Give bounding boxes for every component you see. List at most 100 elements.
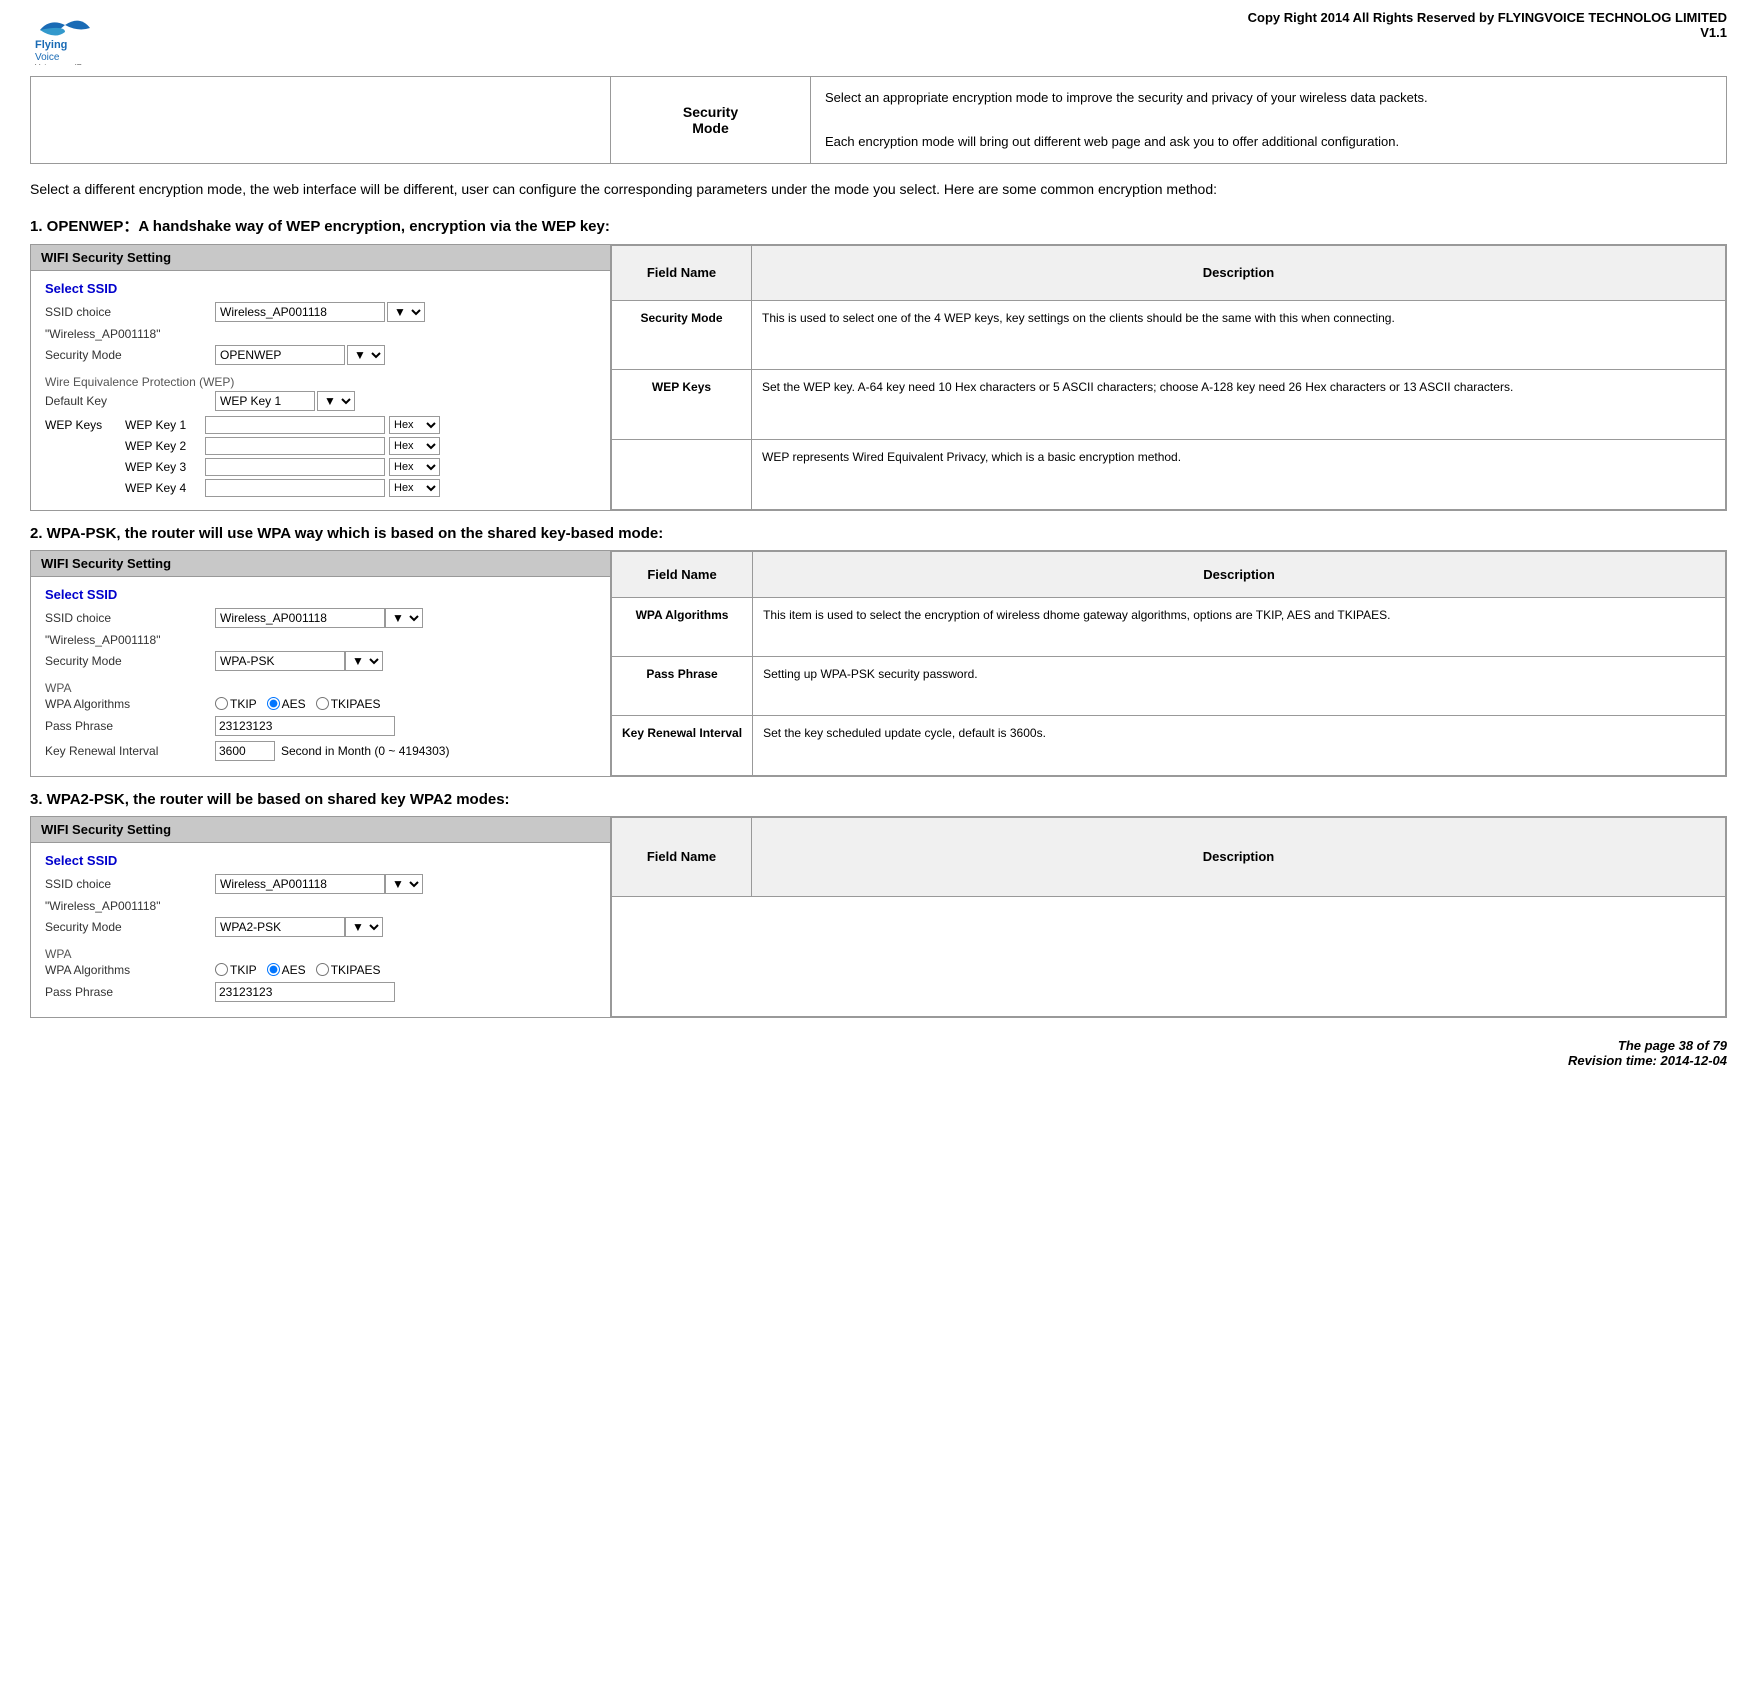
section2-ssid-select[interactable]: ▼ <box>385 608 423 628</box>
section3-ssid-quote: "Wireless_AP001118" <box>45 899 596 913</box>
security-mode-description: Select an appropriate encryption mode to… <box>811 77 1727 164</box>
section1-ssid-choice-label: SSID choice <box>45 305 215 319</box>
wep-key-2-input[interactable] <box>205 437 385 455</box>
section1-ssid-choice-row: SSID choice ▼ <box>45 302 596 322</box>
section3-desc-table: Field Name Description <box>611 817 1726 1017</box>
section2-wifi-panel: WIFI Security Setting Select SSID SSID c… <box>31 551 611 776</box>
section2-pass-phrase-label: Pass Phrase <box>45 719 215 733</box>
section1-panel-body: Select SSID SSID choice ▼ "Wireless_AP00… <box>31 271 610 510</box>
section2-tkip-radio[interactable] <box>215 697 228 710</box>
wep-key-2-format[interactable]: HexASCII <box>389 437 440 455</box>
section1-wep-keys-outer: WEP Keys WEP Key 1 HexASCII WEP Key 2 He… <box>45 416 596 500</box>
wep-key-4-format[interactable]: HexASCII <box>389 479 440 497</box>
section2-wpa-section: WPA WPA Algorithms TKIP AES TKIPAES <box>45 681 596 761</box>
section2-aes-radio[interactable] <box>267 697 280 710</box>
section2-pass-phrase-input[interactable] <box>215 716 395 736</box>
section2-security-mode-input[interactable] <box>215 651 345 671</box>
section3-ssid-select[interactable]: ▼ <box>385 874 423 894</box>
security-mode-desc-text: Select an appropriate encryption mode to… <box>825 90 1428 149</box>
section3-aes-radio[interactable] <box>267 963 280 976</box>
table-row: WEP Key 1 HexASCII <box>125 416 596 434</box>
section3-wpa-label: WPA <box>45 947 596 961</box>
section1-security-mode-select[interactable]: ▼ <box>347 345 385 365</box>
intro-paragraph: Select a different encryption mode, the … <box>30 178 1727 200</box>
section1-desc-table: Field Name Description Security Mode Thi… <box>611 245 1726 510</box>
section2-select-ssid-label: Select SSID <box>45 587 596 602</box>
wep-key-3-input[interactable] <box>205 458 385 476</box>
section3-security-mode-input[interactable] <box>215 917 345 937</box>
section2-ssid-input[interactable] <box>215 608 385 628</box>
section3-tkip-radio[interactable] <box>215 963 228 976</box>
section3-panel-title: WIFI Security Setting <box>31 817 610 843</box>
section3-wpa-section: WPA WPA Algorithms TKIP AES TKIPAES <box>45 947 596 1002</box>
table-row: WEP Key 4 HexASCII <box>125 479 596 497</box>
wep-key-3-label: WEP Key 3 <box>125 460 205 474</box>
section2-interval-input[interactable] <box>215 741 275 761</box>
section1-select-ssid-label: Select SSID <box>45 281 596 296</box>
wep-key-4-label: WEP Key 4 <box>125 481 205 495</box>
section1-wep-keys-label: WEP Keys <box>45 416 125 432</box>
svg-text:Voice over IP: Voice over IP <box>35 63 82 65</box>
section2-tkip-label[interactable]: TKIP <box>215 697 257 711</box>
section3-tkip-label[interactable]: TKIP <box>215 963 257 977</box>
section2-interval-suffix: Second in Month (0 ~ 4194303) <box>281 744 449 758</box>
footer-revision: Revision time: 2014-12-04 <box>30 1053 1727 1068</box>
section2-aes-label[interactable]: AES <box>267 697 306 711</box>
section3-security-mode-label: Security Mode <box>45 920 215 934</box>
section2-desc-key-renewal: Set the key scheduled update cycle, defa… <box>753 716 1726 775</box>
section3-tkipaes-label[interactable]: TKIPAES <box>316 963 381 977</box>
section1-security-mode-input[interactable] <box>215 345 345 365</box>
wep-key-2-label: WEP Key 2 <box>125 439 205 453</box>
section2-desc-wpa-algorithms: This item is used to select the encrypti… <box>753 598 1726 657</box>
section1-default-key-select[interactable]: ▼ <box>317 391 355 411</box>
section2-interval-group: Second in Month (0 ~ 4194303) <box>215 741 449 761</box>
section1-desc-security-mode: This is used to select one of the 4 WEP … <box>752 300 1726 370</box>
section3-pass-phrase-input[interactable] <box>215 982 395 1002</box>
section2-panel-body: Select SSID SSID choice ▼ "Wireless_AP00… <box>31 577 610 776</box>
section2-tkipaes-radio[interactable] <box>316 697 329 710</box>
section2-algorithms-row: WPA Algorithms TKIP AES TKIPAES <box>45 697 596 711</box>
page-header: Flying Voice Voice over IP Copy Right 20… <box>30 10 1727 68</box>
section1-default-key-row: Default Key ▼ <box>45 391 596 411</box>
section3-panel-row: WIFI Security Setting Select SSID SSID c… <box>30 816 1727 1018</box>
section1-field-empty <box>612 439 752 509</box>
wep-key-4-input[interactable] <box>205 479 385 497</box>
security-mode-label: SecurityMode <box>683 104 738 136</box>
wep-key-3-format[interactable]: HexASCII <box>389 458 440 476</box>
section3-pass-phrase-label: Pass Phrase <box>45 985 215 999</box>
section1-field-wep-keys: WEP Keys <box>612 370 752 440</box>
section2-pass-phrase-row: Pass Phrase <box>45 716 596 736</box>
section3-algorithms-radios: TKIP AES TKIPAES <box>215 963 380 977</box>
section2-wpa-label: WPA <box>45 681 596 695</box>
table-row: WEP Key 2 HexASCII <box>125 437 596 455</box>
header-copyright-block: Copy Right 2014 All Rights Reserved by F… <box>1248 10 1727 40</box>
section2-security-mode-select[interactable]: ▼ <box>345 651 383 671</box>
section2-col-field: Field Name <box>612 551 753 598</box>
wep-key-1-format[interactable]: HexASCII <box>389 416 440 434</box>
section1-wep-section: Wire Equivalence Protection (WEP) Defaul… <box>45 375 596 500</box>
footer-page: The page 38 of 79 <box>30 1038 1727 1053</box>
section1-wep-label: Wire Equivalence Protection (WEP) <box>45 375 596 389</box>
section1-wifi-panel: WIFI Security Setting Select SSID SSID c… <box>31 245 611 510</box>
section1-ssid-select[interactable]: ▼ <box>387 302 425 322</box>
wep-key-1-input[interactable] <box>205 416 385 434</box>
copyright-text: Copy Right 2014 All Rights Reserved by F… <box>1248 10 1727 25</box>
section1-panel-title: WIFI Security Setting <box>31 245 610 271</box>
table-row: WEP Key 3 HexASCII <box>125 458 596 476</box>
section3-panel-body: Select SSID SSID choice ▼ "Wireless_AP00… <box>31 843 610 1017</box>
section2-ssid-choice-label: SSID choice <box>45 611 215 625</box>
section3-tkipaes-radio[interactable] <box>316 963 329 976</box>
section1-ssid-quote: "Wireless_AP001118" <box>45 327 596 341</box>
section2-field-wpa-algorithms: WPA Algorithms <box>612 598 753 657</box>
section2-tkipaes-label[interactable]: TKIPAES <box>316 697 381 711</box>
section1-default-key-label: Default Key <box>45 394 215 408</box>
section3-col-desc: Description <box>752 817 1726 896</box>
section1-ssid-input[interactable] <box>215 302 385 322</box>
security-mode-label-cell: SecurityMode <box>611 77 811 164</box>
section3-ssid-choice-row: SSID choice ▼ <box>45 874 596 894</box>
svg-text:Flying: Flying <box>35 39 67 51</box>
section3-ssid-input[interactable] <box>215 874 385 894</box>
section1-default-key-input[interactable] <box>215 391 315 411</box>
section3-aes-label[interactable]: AES <box>267 963 306 977</box>
section3-security-mode-select[interactable]: ▼ <box>345 917 383 937</box>
